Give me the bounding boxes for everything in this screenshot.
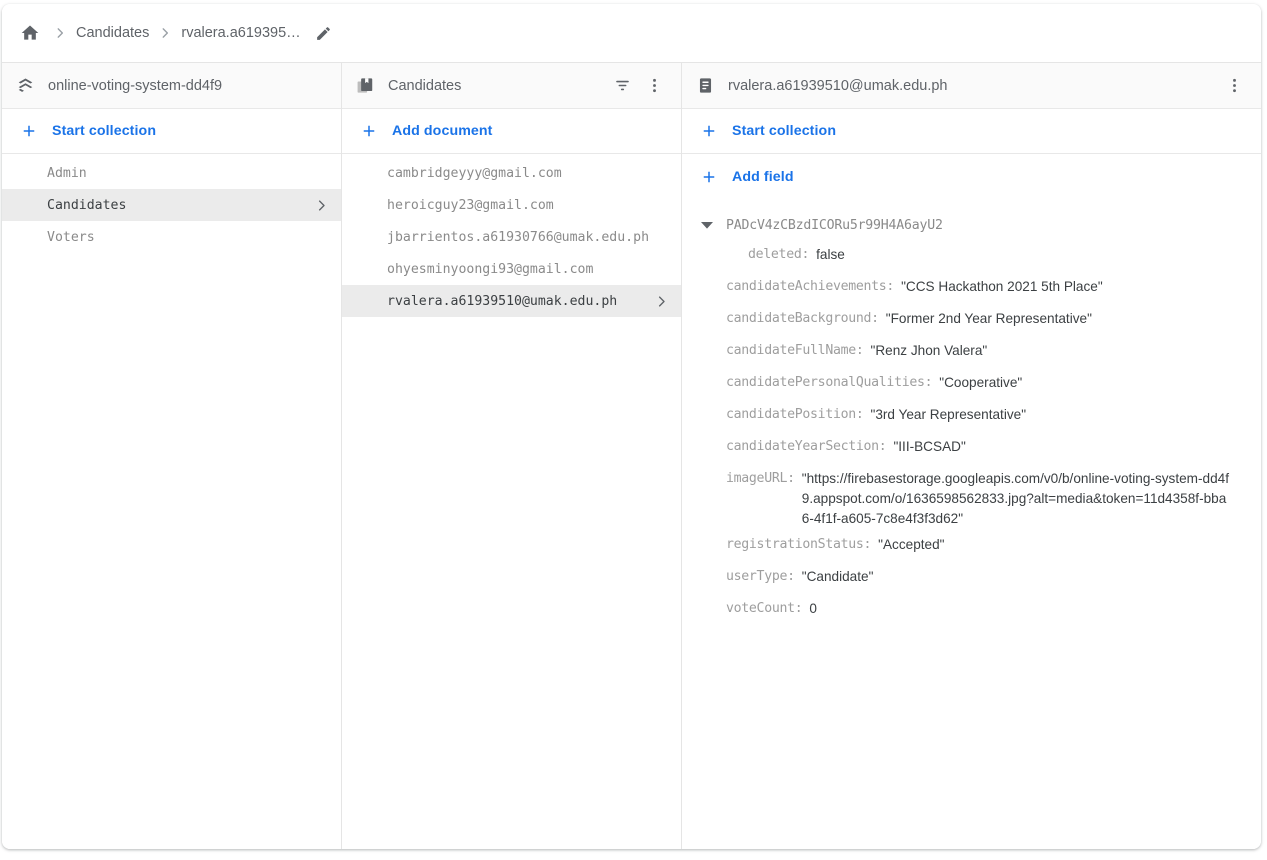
field-key: voteCount:: [726, 601, 803, 616]
field-key: userType:: [726, 569, 795, 584]
project-pane-header: online-voting-system-dd4f9: [2, 63, 341, 109]
field-key: candidateFullName:: [726, 343, 864, 358]
field-row-candidateBackground[interactable]: candidateBackground: "Former 2nd Year Re…: [682, 303, 1261, 335]
document-id: jbarrientos.a61930766@umak.edu.ph: [387, 229, 650, 245]
field-value: "https://firebasestorage.googleapis.com/…: [801, 471, 1229, 526]
field-row-registrationStatus[interactable]: registrationStatus: "Accepted": [682, 529, 1261, 561]
collection-header-actions: [607, 71, 669, 101]
start-collection-button-right[interactable]: Start collection: [682, 109, 1261, 154]
list-item[interactable]: ohyesminyoongi93@gmail.com: [342, 253, 681, 285]
breadcrumb-item-candidates[interactable]: Candidates: [76, 25, 149, 41]
chevron-right-icon: [314, 198, 329, 213]
start-collection-button-left[interactable]: Start collection: [2, 109, 341, 154]
document-id-row[interactable]: PADcV4zCBzdICORu5r99H4A6ayU2: [682, 211, 1261, 239]
add-document-label: Add document: [392, 123, 493, 139]
document-pane: rvalera.a61939510@umak.edu.ph Start coll…: [682, 63, 1261, 849]
field-row-deleted[interactable]: deleted: false: [682, 239, 1261, 271]
filter-icon[interactable]: [607, 71, 637, 101]
breadcrumb: Candidates rvalera.a619395…: [2, 4, 1261, 63]
field-key: imageURL:: [726, 471, 795, 486]
collection-name: Voters: [47, 229, 95, 245]
field-row-candidateAchievements[interactable]: candidateAchievements: "CCS Hackathon 20…: [682, 271, 1261, 303]
list-item-selected[interactable]: rvalera.a61939510@umak.edu.ph: [342, 285, 681, 317]
add-field-button[interactable]: Add field: [682, 154, 1261, 199]
project-name: online-voting-system-dd4f9: [48, 77, 223, 94]
document-id: ohyesminyoongi93@gmail.com: [387, 261, 594, 277]
collection-title: Candidates: [388, 77, 462, 94]
collection-name: Candidates: [47, 197, 127, 213]
field-key: deleted:: [748, 247, 810, 262]
start-collection-label: Start collection: [52, 123, 157, 139]
field-value: "III-BCSAD": [893, 439, 966, 454]
field-value: "Candidate": [801, 569, 874, 584]
list-item[interactable]: cambridgeyyy@gmail.com: [342, 157, 681, 189]
document-id-value: PADcV4zCBzdICORu5r99H4A6ayU2: [726, 217, 943, 233]
firestore-project-icon: [16, 76, 38, 95]
list-item[interactable]: jbarrientos.a61930766@umak.edu.ph: [342, 221, 681, 253]
field-key: candidateBackground:: [726, 311, 879, 326]
document-id: cambridgeyyy@gmail.com: [387, 165, 562, 181]
field-row-candidatePosition[interactable]: candidatePosition: "3rd Year Representat…: [682, 399, 1261, 431]
field-key: candidatePosition:: [726, 407, 864, 422]
start-collection-label: Start collection: [732, 123, 837, 139]
add-field-label: Add field: [732, 168, 794, 185]
add-document-button[interactable]: Add document: [342, 109, 681, 154]
collection-list[interactable]: Admin Candidates Voters: [2, 154, 341, 849]
collection-item-admin[interactable]: Admin: [2, 157, 341, 189]
field-value: false: [816, 247, 845, 262]
document-list[interactable]: cambridgeyyy@gmail.com heroicguy23@gmail…: [342, 154, 681, 849]
home-icon[interactable]: [16, 19, 44, 47]
field-value: "Cooperative": [939, 375, 1023, 390]
more-vert-icon[interactable]: [639, 71, 669, 101]
collection-pane: Candidates Add document cambridgeyyy@gma…: [342, 63, 682, 849]
plus-icon: [18, 122, 40, 140]
collection-icon: [356, 76, 378, 95]
field-value: 0: [809, 601, 817, 616]
plus-icon: [698, 168, 720, 186]
panes-container: online-voting-system-dd4f9 Start collect…: [2, 63, 1261, 849]
document-id: rvalera.a61939510@umak.edu.ph: [387, 293, 618, 309]
collection-pane-header: Candidates: [342, 63, 681, 109]
collection-item-voters[interactable]: Voters: [2, 221, 341, 253]
field-value: "CCS Hackathon 2021 5th Place": [901, 279, 1103, 294]
breadcrumb-item-document[interactable]: rvalera.a619395…: [181, 25, 300, 41]
plus-icon: [358, 122, 380, 140]
field-key: registrationStatus:: [726, 537, 872, 552]
firestore-console-card: Candidates rvalera.a619395… online-votin…: [2, 4, 1261, 849]
document-pane-header: rvalera.a61939510@umak.edu.ph: [682, 63, 1261, 109]
field-key: candidateYearSection:: [726, 439, 887, 454]
pencil-icon[interactable]: [313, 22, 335, 44]
chevron-right-icon: [654, 294, 669, 309]
field-row-candidateFullName[interactable]: candidateFullName: "Renz Jhon Valera": [682, 335, 1261, 367]
breadcrumb-separator-2: [158, 26, 172, 40]
field-value: "3rd Year Representative": [870, 407, 1027, 422]
caret-down-icon[interactable]: [696, 219, 718, 231]
more-vert-icon[interactable]: [1219, 71, 1249, 101]
field-key: candidatePersonalQualities:: [726, 375, 933, 390]
field-key: candidateAchievements:: [726, 279, 895, 294]
field-value: "Accepted": [878, 537, 945, 552]
field-row-candidatePersonalQualities[interactable]: candidatePersonalQualities: "Cooperative…: [682, 367, 1261, 399]
document-title: rvalera.a61939510@umak.edu.ph: [728, 77, 948, 94]
collection-name: Admin: [47, 165, 87, 181]
field-value: "Former 2nd Year Representative": [885, 311, 1092, 326]
field-list: PADcV4zCBzdICORu5r99H4A6ayU2 deleted: fa…: [682, 199, 1261, 849]
plus-icon: [698, 122, 720, 140]
breadcrumb-separator-1: [53, 26, 67, 40]
field-row-userType[interactable]: userType: "Candidate": [682, 561, 1261, 593]
field-value: "Renz Jhon Valera": [870, 343, 988, 358]
collection-item-candidates[interactable]: Candidates: [2, 189, 341, 221]
field-row-voteCount[interactable]: voteCount: 0: [682, 593, 1261, 625]
list-item[interactable]: heroicguy23@gmail.com: [342, 189, 681, 221]
document-icon: [696, 76, 718, 95]
field-row-imageURL[interactable]: imageURL: "https://firebasestorage.googl…: [682, 463, 1261, 529]
document-id: heroicguy23@gmail.com: [387, 197, 554, 213]
document-header-actions: [1219, 71, 1249, 101]
project-pane: online-voting-system-dd4f9 Start collect…: [2, 63, 342, 849]
field-row-candidateYearSection[interactable]: candidateYearSection: "III-BCSAD": [682, 431, 1261, 463]
